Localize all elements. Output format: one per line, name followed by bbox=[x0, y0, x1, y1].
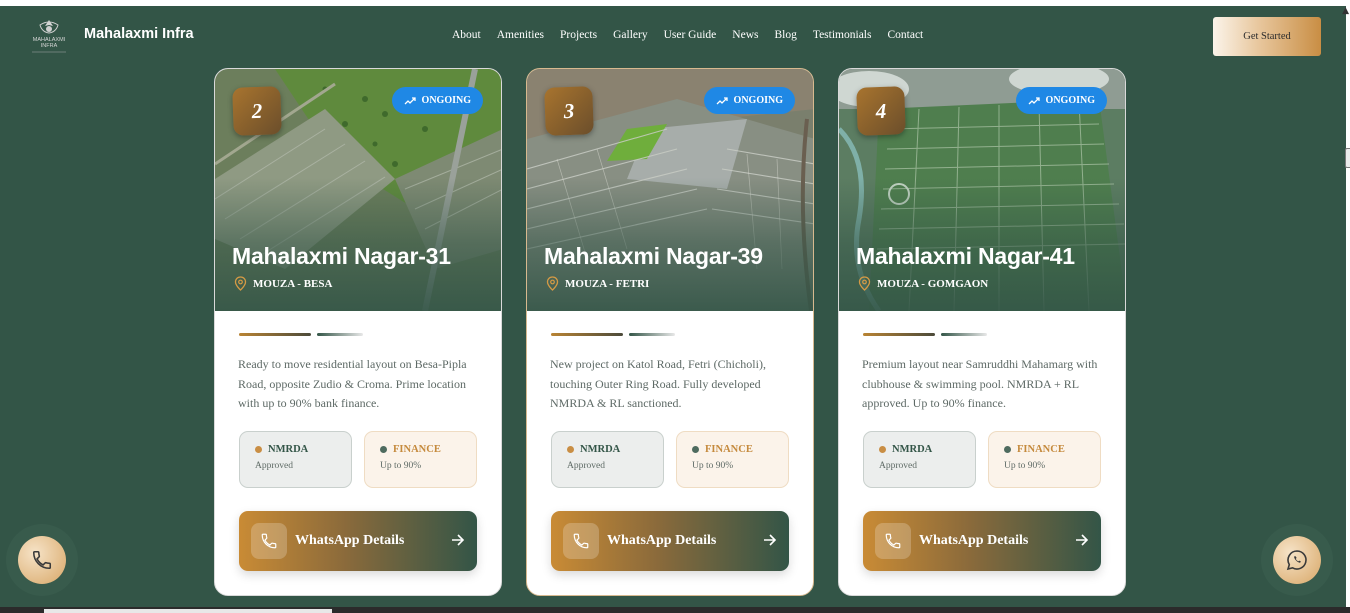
arrow-right-icon bbox=[764, 534, 777, 546]
whatsapp-details-button[interactable]: WhatsApp Details bbox=[863, 511, 1101, 571]
phone-icon bbox=[32, 550, 52, 570]
location-label: MOUZA - FETRI bbox=[565, 277, 650, 290]
finance-chip: FINANCE Up to 90% bbox=[988, 431, 1101, 488]
chip-title: FINANCE bbox=[393, 444, 441, 455]
chip-subtitle: Up to 90% bbox=[1004, 461, 1046, 471]
project-title: Mahalaxmi Nagar-41 bbox=[856, 243, 1075, 269]
nav-amenities[interactable]: Amenities bbox=[497, 29, 544, 41]
map-pin-icon bbox=[858, 276, 871, 291]
chip-title: NMRDA bbox=[268, 444, 309, 455]
project-card: 2 ONGOING Mahalaxmi Nagar-31 MOUZA - BES… bbox=[214, 68, 502, 596]
chip-title: NMRDA bbox=[580, 444, 621, 455]
project-location: MOUZA - FETRI bbox=[546, 276, 649, 291]
nav-user-guide[interactable]: User Guide bbox=[664, 29, 717, 41]
nav-testimonials[interactable]: Testimonials bbox=[813, 29, 872, 41]
button-label: WhatsApp Details bbox=[295, 533, 405, 548]
project-number: 2 bbox=[232, 86, 282, 136]
horizontal-scrollbar[interactable] bbox=[0, 607, 1350, 613]
floating-whatsapp-button[interactable] bbox=[1273, 536, 1321, 584]
logo[interactable]: MAHALAXMI INFRA bbox=[26, 17, 72, 57]
site-header: MAHALAXMI INFRA Mahalaxmi Infra About Am… bbox=[0, 6, 1346, 68]
status-badge: ONGOING bbox=[391, 87, 483, 114]
nav-blog[interactable]: Blog bbox=[774, 29, 796, 41]
finance-chip: FINANCE Up to 90% bbox=[676, 431, 789, 488]
whatsapp-details-button[interactable]: WhatsApp Details bbox=[239, 511, 477, 571]
button-label: WhatsApp Details bbox=[607, 533, 717, 548]
projects-section: MAHALAXMI INFRA Mahalaxmi Infra About Am… bbox=[0, 6, 1346, 607]
main-nav: About Amenities Projects Gallery User Gu… bbox=[452, 29, 939, 41]
floating-call-button[interactable] bbox=[18, 536, 66, 584]
phone-icon bbox=[563, 523, 599, 559]
chip-title: FINANCE bbox=[1017, 444, 1065, 455]
project-title: Mahalaxmi Nagar-31 bbox=[232, 243, 451, 269]
chip-title: FINANCE bbox=[705, 444, 753, 455]
get-started-button[interactable]: Get Started bbox=[1213, 17, 1321, 56]
phone-icon bbox=[251, 523, 287, 559]
arrow-right-icon bbox=[452, 534, 465, 546]
status-badge: ONGOING bbox=[703, 87, 795, 114]
chip-subtitle: Up to 90% bbox=[380, 461, 422, 471]
nmrda-chip: NMRDA Approved bbox=[551, 431, 664, 488]
nav-gallery[interactable]: Gallery bbox=[613, 29, 647, 41]
chip-title: NMRDA bbox=[892, 444, 933, 455]
finance-chip: FINANCE Up to 90% bbox=[364, 431, 477, 488]
scroll-up-icon[interactable]: ▲ bbox=[1342, 6, 1349, 16]
nav-about[interactable]: About bbox=[452, 29, 481, 41]
status-label: ONGOING bbox=[733, 95, 783, 106]
chip-subtitle: Approved bbox=[255, 461, 293, 471]
phone-icon bbox=[875, 523, 911, 559]
vertical-scrollbar[interactable]: ▲ bbox=[1342, 0, 1350, 613]
trending-up-icon bbox=[716, 96, 728, 104]
location-label: MOUZA - GOMGAON bbox=[877, 277, 989, 290]
project-card: 3 ONGOING Mahalaxmi Nagar-39 MOUZA - FET… bbox=[526, 68, 814, 596]
trending-up-icon bbox=[1028, 96, 1040, 104]
project-description: New project on Katol Road, Fetri (Chicho… bbox=[550, 357, 766, 410]
scrollbar-thumb[interactable] bbox=[1345, 148, 1350, 168]
status-badge: ONGOING bbox=[1015, 87, 1107, 114]
chip-subtitle: Approved bbox=[879, 461, 917, 471]
map-pin-icon bbox=[234, 276, 247, 291]
button-label: WhatsApp Details bbox=[919, 533, 1029, 548]
chip-subtitle: Approved bbox=[567, 461, 605, 471]
project-location: MOUZA - GOMGAON bbox=[858, 276, 988, 291]
project-description: Premium layout near Samruddhi Mahamarg w… bbox=[862, 357, 1098, 410]
brand-name[interactable]: Mahalaxmi Infra bbox=[84, 26, 194, 42]
divider-bars bbox=[551, 333, 675, 336]
divider-bars bbox=[863, 333, 987, 336]
trending-up-icon bbox=[404, 96, 416, 104]
project-description: Ready to move residential layout on Besa… bbox=[238, 357, 467, 410]
project-number: 3 bbox=[544, 86, 594, 136]
project-card: 4 ONGOING Mahalaxmi Nagar-41 MOUZA - GOM… bbox=[838, 68, 1126, 596]
project-title: Mahalaxmi Nagar-39 bbox=[544, 243, 763, 269]
status-label: ONGOING bbox=[421, 95, 471, 106]
status-label: ONGOING bbox=[1045, 95, 1095, 106]
nav-contact[interactable]: Contact bbox=[887, 29, 923, 41]
nav-news[interactable]: News bbox=[732, 29, 758, 41]
chip-subtitle: Up to 90% bbox=[692, 461, 734, 471]
whatsapp-icon bbox=[1286, 550, 1307, 571]
svg-text:INFRA: INFRA bbox=[41, 43, 58, 49]
nmrda-chip: NMRDA Approved bbox=[863, 431, 976, 488]
whatsapp-details-button[interactable]: WhatsApp Details bbox=[551, 511, 789, 571]
map-pin-icon bbox=[546, 276, 559, 291]
divider-bars bbox=[239, 333, 363, 336]
nmrda-chip: NMRDA Approved bbox=[239, 431, 352, 488]
project-number: 4 bbox=[856, 86, 906, 136]
arrow-right-icon bbox=[1076, 534, 1089, 546]
project-location: MOUZA - BESA bbox=[234, 276, 332, 291]
location-label: MOUZA - BESA bbox=[253, 277, 333, 290]
horizontal-scrollbar-thumb[interactable] bbox=[44, 609, 332, 613]
nav-projects[interactable]: Projects bbox=[560, 29, 597, 41]
